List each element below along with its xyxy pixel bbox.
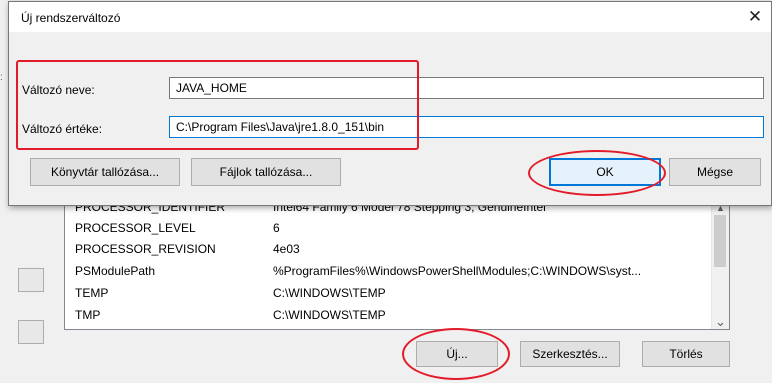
close-icon[interactable]: ✕ [743,5,767,29]
var-name: PROCESSOR_LEVEL [75,221,196,235]
table-row[interactable]: PROCESSOR_LEVEL 6 [65,218,705,239]
background-button-partial [18,268,44,292]
screen: { "dialog": { "title": "Új rendszerválto… [0,0,772,383]
var-name: TEMP [75,286,109,300]
browse-directory-button[interactable]: Könyvtár tallózása... [30,158,180,186]
var-value: C:\WINDOWS\TEMP [273,286,386,300]
var-value: %ProgramFiles%\WindowsPowerShell\Modules… [273,264,642,278]
table-row[interactable]: TMP C:\WINDOWS\TEMP [65,305,705,326]
vertical-scrollbar[interactable]: ▲ ⌄ [711,201,729,329]
scroll-down-icon[interactable]: ⌄ [712,315,729,329]
delete-variable-button[interactable]: Törlés [642,341,730,367]
annotation-rectangle [16,60,419,150]
var-value: 4e03 [273,242,300,256]
browse-file-button[interactable]: Fájlok tallózása... [191,158,341,186]
cancel-button[interactable]: Mégse [669,158,761,186]
table-row[interactable]: PROCESSOR_REVISION 4e03 [65,239,705,260]
annotation-ellipse-new [402,328,510,380]
var-value: 6 [273,221,280,235]
table-row[interactable]: TEMP C:\WINDOWS\TEMP [65,283,705,304]
system-variables-list[interactable]: PROCESSOR_IDENTIFIER Intel64 Family 6 Mo… [64,200,730,330]
var-name: PSModulePath [75,264,156,278]
var-value: C:\WINDOWS\TEMP [273,308,386,322]
dialog-title: Új rendszerváltozó [21,11,121,25]
table-row[interactable]: PSModulePath %ProgramFiles%\WindowsPower… [65,261,705,282]
annotation-ellipse-ok [528,150,666,196]
edit-variable-button[interactable]: Szerkesztés... [520,341,620,367]
dialog-titlebar[interactable]: Új rendszerváltozó ✕ [9,2,771,32]
background-text-fragment: : [0,72,3,83]
var-name: PROCESSOR_REVISION [75,242,216,256]
background-button-partial [18,320,44,344]
var-name: TMP [75,308,101,322]
scroll-thumb[interactable] [714,215,726,267]
